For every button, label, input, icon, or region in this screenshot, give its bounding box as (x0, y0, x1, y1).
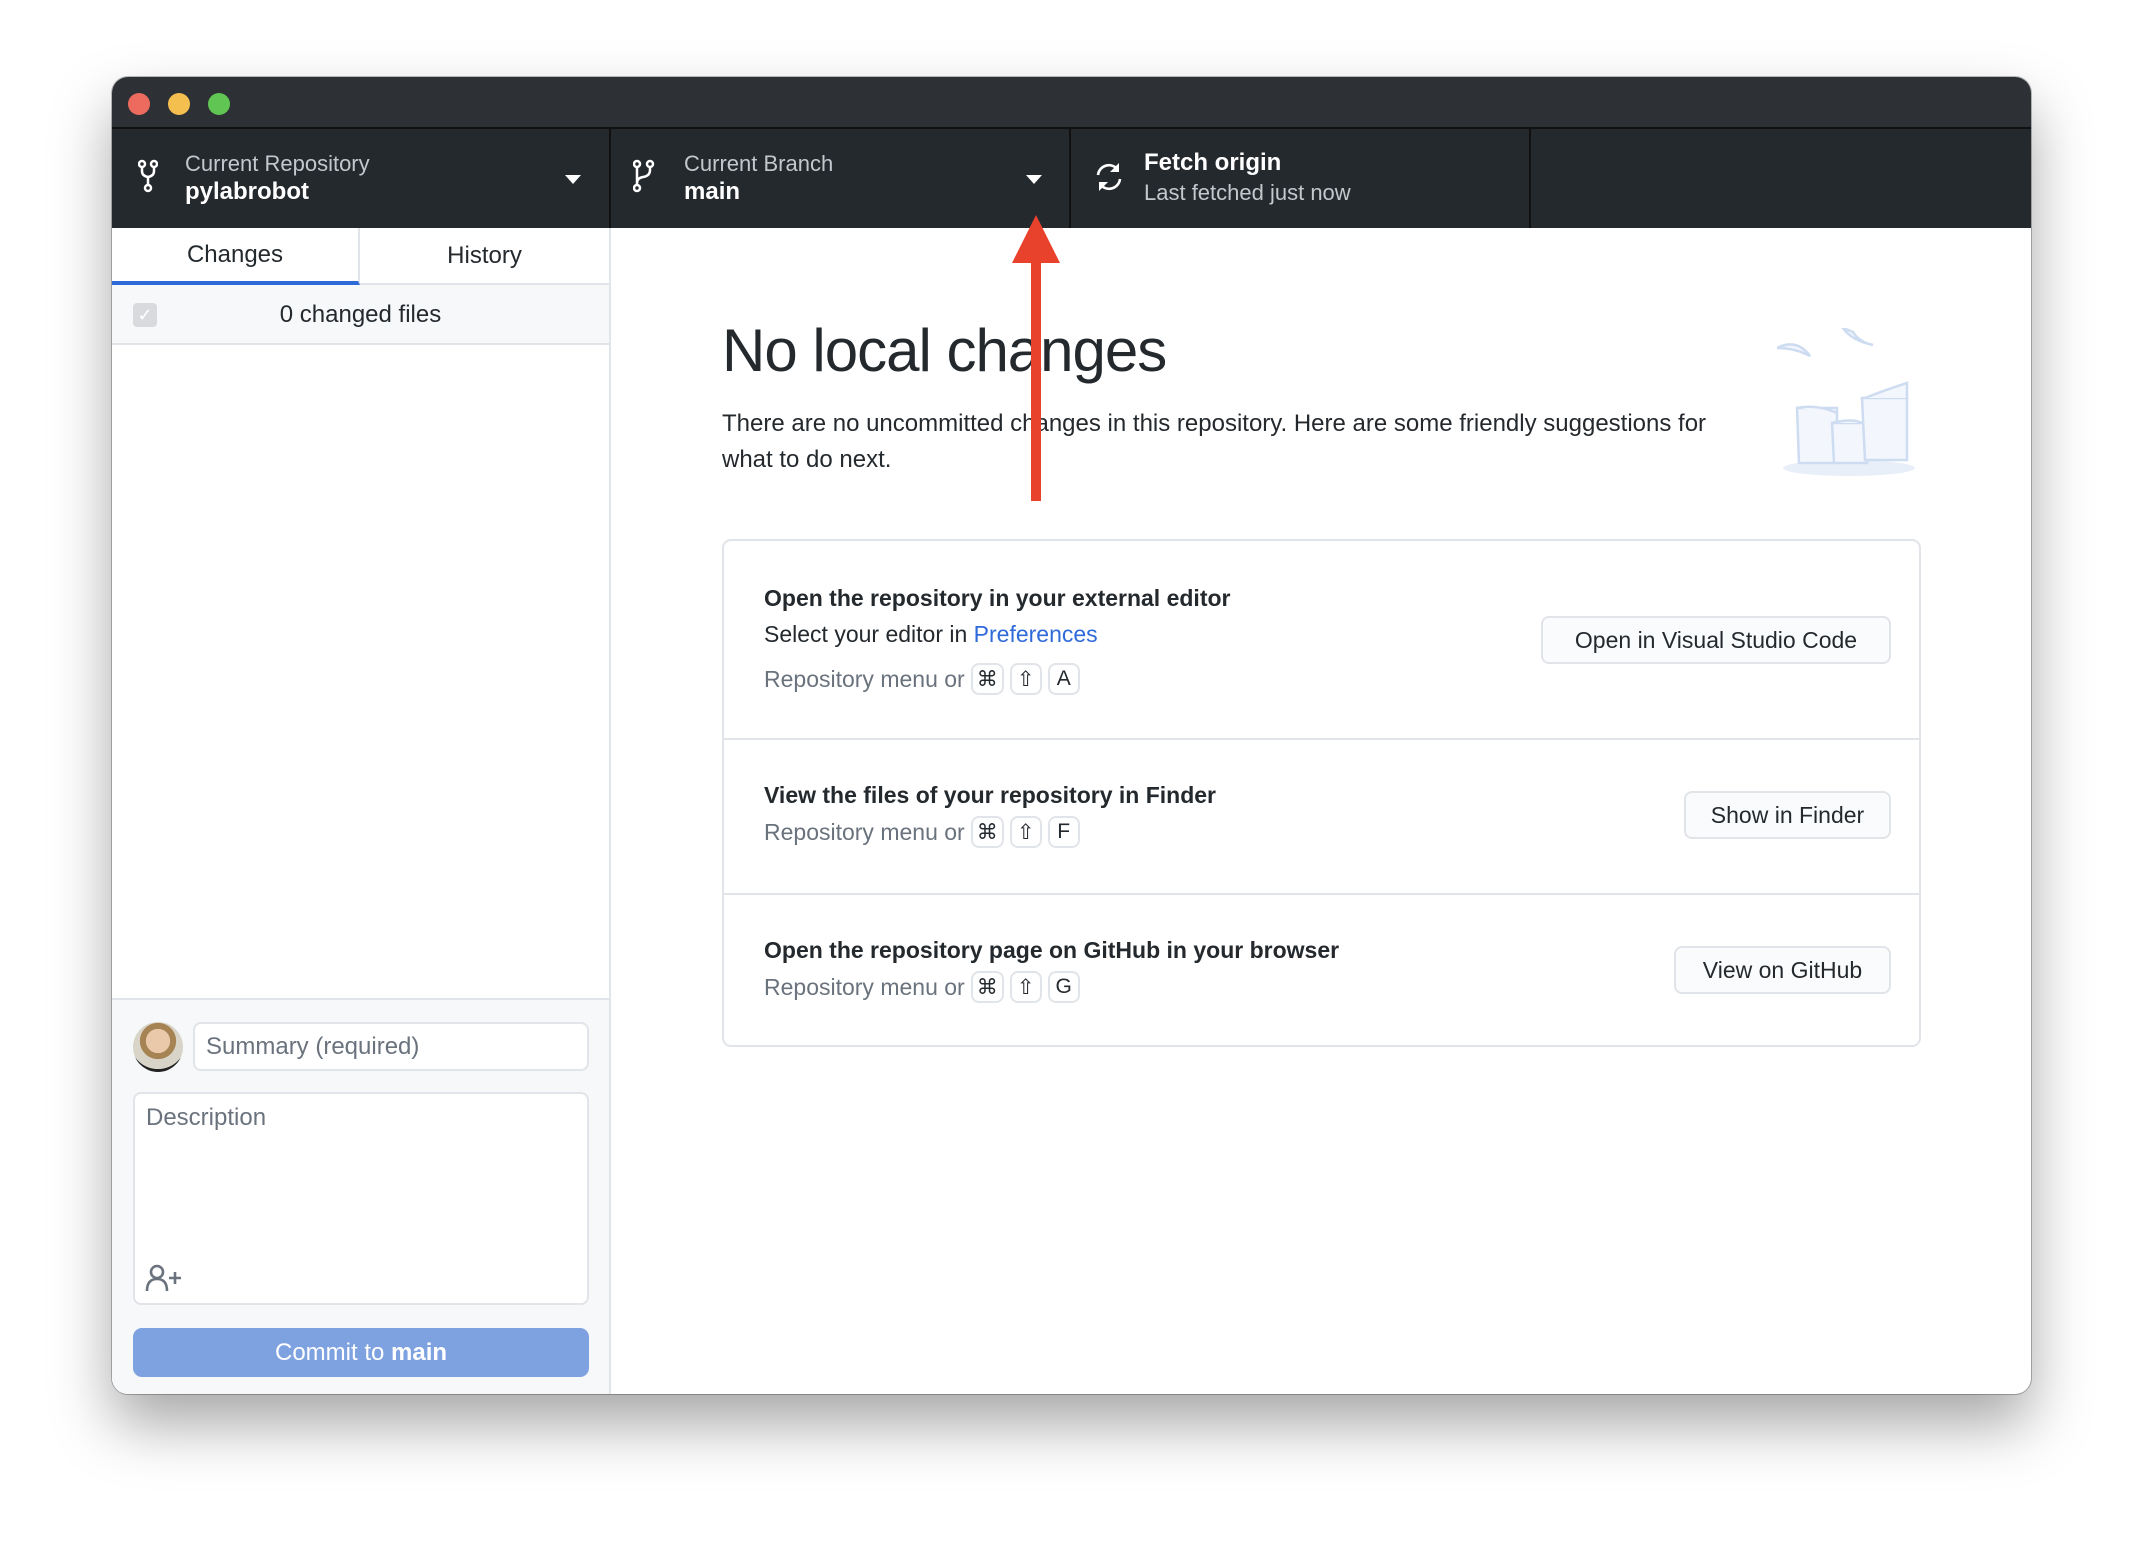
changed-files-count: 0 changed files (279, 301, 442, 328)
preferences-link[interactable]: Preferences (974, 621, 1098, 647)
hint-text: Repository menu or (764, 818, 965, 845)
letter-key: A (1047, 663, 1080, 695)
github-desktop-window: Current Repository pylabrobot Current Br… (112, 77, 2031, 1394)
shift-key: ⇧ (1009, 663, 1042, 695)
shift-key: ⇧ (1009, 971, 1042, 1003)
command-key: ⌘ (970, 971, 1004, 1003)
add-co-author-icon[interactable] (145, 1264, 183, 1292)
fetch-status: Last fetched just now (1144, 180, 1351, 205)
show-in-finder-button[interactable]: Show in Finder (1684, 791, 1891, 839)
tab-label: History (447, 241, 522, 269)
current-branch-button[interactable]: Current Branch main (611, 129, 1071, 228)
suggestion-open-editor: Open the repository in your external edi… (724, 541, 1919, 740)
chevron-down-icon (565, 175, 581, 184)
repository-label: Current Repository (185, 151, 370, 176)
commit-button-prefix: Commit to (274, 1338, 391, 1366)
page-title: No local changes (722, 317, 1167, 384)
commit-button[interactable]: Commit to main (133, 1328, 589, 1377)
branch-label: Current Branch (684, 151, 834, 176)
commit-button-branch: main (391, 1338, 448, 1366)
main-panel: No local changes There are no uncommitte… (611, 228, 2031, 1394)
subtitle-text: Select your editor in (764, 621, 974, 647)
suggestion-show-in-finder: View the files of your repository in Fin… (724, 740, 1919, 895)
suggestions-card: Open the repository in your external edi… (722, 539, 1921, 1047)
letter-key: G (1047, 971, 1080, 1003)
suggestion-title: View the files of your repository in Fin… (764, 782, 1216, 808)
toolbar: Current Repository pylabrobot Current Br… (112, 127, 2031, 228)
tab-changes[interactable]: Changes (112, 228, 360, 285)
shortcut-hint: Repository menu or ⌘ ⇧ G (764, 971, 1080, 1003)
zoom-window-button[interactable] (208, 93, 230, 115)
sidebar: Changes History ✓ 0 changed files Summar… (112, 228, 611, 1394)
empty-state-illustration (1777, 328, 1915, 476)
summary-placeholder: Summary (required) (206, 1033, 420, 1060)
sync-icon (1096, 163, 1122, 191)
commit-form: Summary (required) Description Commit to… (112, 998, 609, 1394)
current-repository-button[interactable]: Current Repository pylabrobot (112, 129, 611, 228)
open-in-editor-button[interactable]: Open in Visual Studio Code (1541, 616, 1891, 664)
letter-key: F (1047, 816, 1080, 848)
fetch-title: Fetch origin (1144, 149, 1282, 176)
summary-input[interactable]: Summary (required) (193, 1022, 589, 1071)
suggestion-title: Open the repository in your external edi… (764, 585, 1231, 611)
repository-name: pylabrobot (185, 178, 309, 205)
chevron-down-icon (1026, 175, 1042, 184)
suggestion-view-on-github: Open the repository page on GitHub in yo… (724, 895, 1919, 1045)
page-description: There are no uncommitted changes in this… (722, 410, 1707, 473)
branch-name: main (684, 178, 741, 205)
minimize-window-button[interactable] (168, 93, 190, 115)
shortcut-hint: Repository menu or ⌘ ⇧ F (764, 816, 1080, 848)
fetch-origin-button[interactable]: Fetch origin Last fetched just now (1071, 129, 1531, 228)
close-window-button[interactable] (128, 93, 150, 115)
shortcut-hint: Repository menu or ⌘ ⇧ A (764, 663, 1080, 695)
description-placeholder: Description (146, 1104, 267, 1131)
suggestion-subtitle: Select your editor in Preferences (764, 621, 1098, 648)
git-branch-icon (633, 159, 655, 193)
annotation-arrow-up-icon (1012, 215, 1060, 501)
hint-text: Repository menu or (764, 665, 965, 692)
changed-files-header: ✓ 0 changed files (112, 285, 609, 345)
shift-key: ⇧ (1009, 816, 1042, 848)
hint-text: Repository menu or (764, 973, 965, 1000)
tab-history[interactable]: History (360, 228, 609, 285)
description-textarea[interactable]: Description (133, 1092, 589, 1305)
avatar (133, 1022, 183, 1072)
view-on-github-button[interactable]: View on GitHub (1674, 946, 1891, 994)
repo-icon (138, 159, 158, 193)
command-key: ⌘ (970, 816, 1004, 848)
tab-label: Changes (186, 240, 284, 268)
title-bar (112, 77, 2031, 127)
suggestion-title: Open the repository page on GitHub in yo… (764, 937, 1340, 963)
command-key: ⌘ (970, 663, 1004, 695)
